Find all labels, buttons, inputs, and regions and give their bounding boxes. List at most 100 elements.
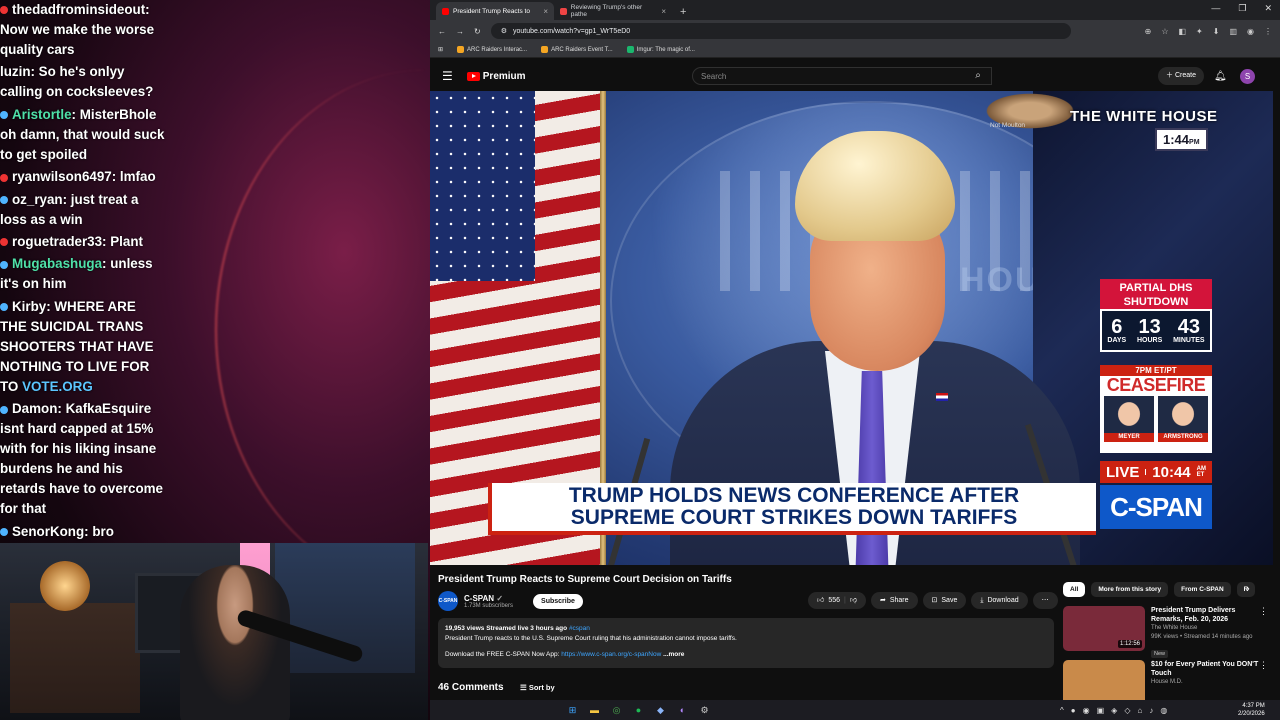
tray-app-icon[interactable]: ◍ — [1160, 706, 1167, 715]
more-icon[interactable]: ⋮ — [1259, 660, 1268, 671]
site-info-icon[interactable]: ⚙ — [501, 27, 507, 35]
settings-gear-icon[interactable]: ⚙ — [698, 704, 711, 717]
chat-username[interactable]: oz_ryan — [12, 192, 63, 207]
steam-icon[interactable]: ◆ — [654, 704, 667, 717]
chip-all[interactable]: All — [1063, 582, 1086, 597]
network-icon[interactable]: ⌂ — [1137, 706, 1142, 715]
windows-start-icon[interactable]: ⊞ — [566, 704, 579, 717]
minimize-button[interactable]: — — [1211, 3, 1220, 14]
bookmark-item[interactable]: Imgur: The magic of... — [626, 45, 695, 53]
tray-app-icon[interactable]: ▣ — [1097, 706, 1105, 715]
volume-icon[interactable]: ♪ — [1149, 706, 1153, 715]
bookmark-star-icon[interactable]: ☆ — [1161, 27, 1168, 36]
chat-username[interactable]: Aristortle — [12, 107, 72, 122]
description-link[interactable]: https://www.c-span.org/c-spanNow — [561, 651, 661, 658]
recommended-video[interactable]: 1:12:56 President Trump Delivers Remarks… — [1063, 606, 1268, 660]
video-title[interactable]: $10 for Every Patient You DON'T Touch — [1151, 660, 1268, 678]
chrome-icon[interactable]: ◎ — [610, 704, 623, 717]
extension-icon[interactable]: ◧ — [1178, 27, 1186, 36]
video-thumbnail[interactable]: 1:12:56 — [1063, 606, 1145, 651]
back-icon[interactable]: ← — [438, 27, 446, 36]
menu-icon[interactable]: ⋮ — [1264, 27, 1272, 36]
recommended-video[interactable]: $10 for Every Patient You DON'T Touch Ho… — [1063, 660, 1268, 705]
chat-username[interactable]: ryanwilson6497 — [12, 169, 112, 184]
bookmark-item[interactable]: ARC Raiders Interac... — [457, 45, 527, 53]
subscribe-button[interactable]: Subscribe — [533, 593, 583, 609]
channel-name[interactable]: C-SPAN ✓ — [464, 594, 513, 603]
apps-icon[interactable]: ⊞ — [438, 46, 443, 53]
location-bug: THE WHITE HOUSE — [1070, 108, 1218, 125]
chip-more-from-story[interactable]: More from this story — [1091, 582, 1169, 597]
promo-title: CEASEFIRE — [1106, 375, 1206, 395]
video-thumbnail[interactable] — [1063, 660, 1145, 705]
tray-chevron-icon[interactable]: ^ — [1060, 706, 1064, 715]
notifications-bell-icon[interactable]: 🔔︎ — [1214, 71, 1227, 82]
extensions-area: ⊕ ☆ ◧ ✦ ⬇ ▥ ◉ ⋮ — [1145, 27, 1272, 36]
bookmark-item[interactable]: ARC Raiders Event T... — [541, 45, 613, 53]
channel-info: C-SPAN ✓ 1.73M subscribers — [464, 594, 513, 609]
new-tab-button[interactable]: + — [672, 6, 694, 20]
clock-date: 2/20/2026 — [1238, 711, 1265, 717]
video-channel[interactable]: House M.D. — [1151, 678, 1268, 687]
download-icon[interactable]: ⬇ — [1213, 27, 1220, 36]
chat-username[interactable]: Mugabashuga — [12, 256, 102, 271]
sidepanel-icon[interactable]: ▥ — [1229, 27, 1237, 36]
webcam-feed — [0, 543, 428, 720]
sort-by-button[interactable]: ☰ Sort by — [520, 683, 555, 692]
like-button[interactable]: 👍︎ 556 | 👎︎ — [808, 592, 866, 609]
description-box[interactable]: 19,953 views Streamed live 3 hours ago #… — [438, 618, 1054, 668]
chevron-right-icon[interactable]: › — [1246, 583, 1250, 595]
more-icon[interactable]: ⋮ — [1259, 606, 1268, 617]
hashtag-link[interactable]: #cspan — [569, 625, 590, 632]
search-input[interactable]: Search — [692, 67, 992, 85]
youtube-logo[interactable]: Premium — [466, 71, 526, 82]
tray-app-icon[interactable]: ● — [1071, 706, 1076, 715]
speaker-hair — [795, 131, 955, 241]
more-actions-button[interactable]: ⋯ — [1032, 592, 1058, 609]
chat-username[interactable]: roguetrader33 — [12, 234, 102, 249]
address-bar[interactable]: ⚙ youtube.com/watch?v=gp1_WrT5eD0 — [490, 23, 1071, 39]
live-label: LIVE — [1106, 463, 1140, 481]
video-title[interactable]: President Trump Delivers Remarks, Feb. 2… — [1151, 606, 1268, 624]
tray-app-icon[interactable]: ◇ — [1124, 706, 1130, 715]
video-channel[interactable]: The White House — [1151, 624, 1268, 633]
install-icon[interactable]: ⊕ — [1145, 27, 1152, 36]
channel-avatar[interactable]: C-SPAN — [438, 591, 458, 611]
puzzle-icon[interactable]: ✦ — [1196, 27, 1203, 36]
chip-from-cspan[interactable]: From C-SPAN — [1174, 582, 1231, 597]
tray-app-icon[interactable]: ◈ — [1111, 706, 1117, 715]
thumbs-down-icon[interactable]: 👎︎ — [850, 592, 857, 609]
chat-username[interactable]: Kirby — [12, 299, 46, 314]
tab-youtube[interactable]: President Trump Reacts to × — [436, 2, 554, 20]
close-tab-icon[interactable]: × — [543, 7, 548, 16]
forward-icon[interactable]: → — [456, 27, 464, 36]
system-tray: ^ ● ◉ ▣ ◈ ◇ ⌂ ♪ ◍ — [1060, 706, 1167, 715]
chat-username[interactable]: Damon — [12, 401, 57, 416]
more-link[interactable]: ...more — [663, 651, 684, 658]
download-label: Download — [987, 597, 1019, 604]
system-clock[interactable]: 4:37 PM 2/20/2026 — [1238, 702, 1265, 718]
chat-username[interactable]: SenorKong — [12, 524, 84, 539]
chat-overlay: thedadfrominsideout: Now we make the wor… — [0, 0, 165, 544]
tray-app-icon[interactable]: ◉ — [1083, 706, 1090, 715]
chat-link[interactable]: VOTE.ORG — [22, 379, 93, 394]
filter-chips: All More from this story From C-SPAN R — [1063, 582, 1256, 597]
download-button[interactable]: ⤓ Download — [971, 592, 1028, 609]
close-window-button[interactable]: ✕ — [1264, 3, 1272, 14]
create-button[interactable]: ＋ Create — [1158, 67, 1204, 85]
obs-icon[interactable]: ◐ — [676, 704, 689, 717]
maximize-button[interactable]: ❐ — [1238, 3, 1246, 14]
save-button[interactable]: ⊡ Save — [922, 592, 967, 609]
close-tab-icon[interactable]: × — [661, 7, 666, 16]
share-button[interactable]: ➦ Share — [870, 592, 918, 609]
tab-reviewing[interactable]: Reviewing Trump's other pathe × — [554, 2, 672, 20]
spotify-icon[interactable]: ● — [632, 704, 645, 717]
search-icon[interactable]: ⌕ — [963, 67, 993, 85]
thumbs-up-icon: 👍︎ — [817, 597, 825, 604]
hamburger-menu-icon[interactable]: ☰ — [442, 69, 453, 83]
file-explorer-icon[interactable]: ▬ — [588, 704, 601, 717]
video-player[interactable]: HOUSE Not Moulton THE WHITE HOUSE 1:44PM… — [430, 91, 1273, 565]
avatar[interactable]: S — [1240, 68, 1255, 84]
profile-icon[interactable]: ◉ — [1247, 27, 1254, 36]
reload-icon[interactable]: ↻ — [474, 27, 481, 36]
